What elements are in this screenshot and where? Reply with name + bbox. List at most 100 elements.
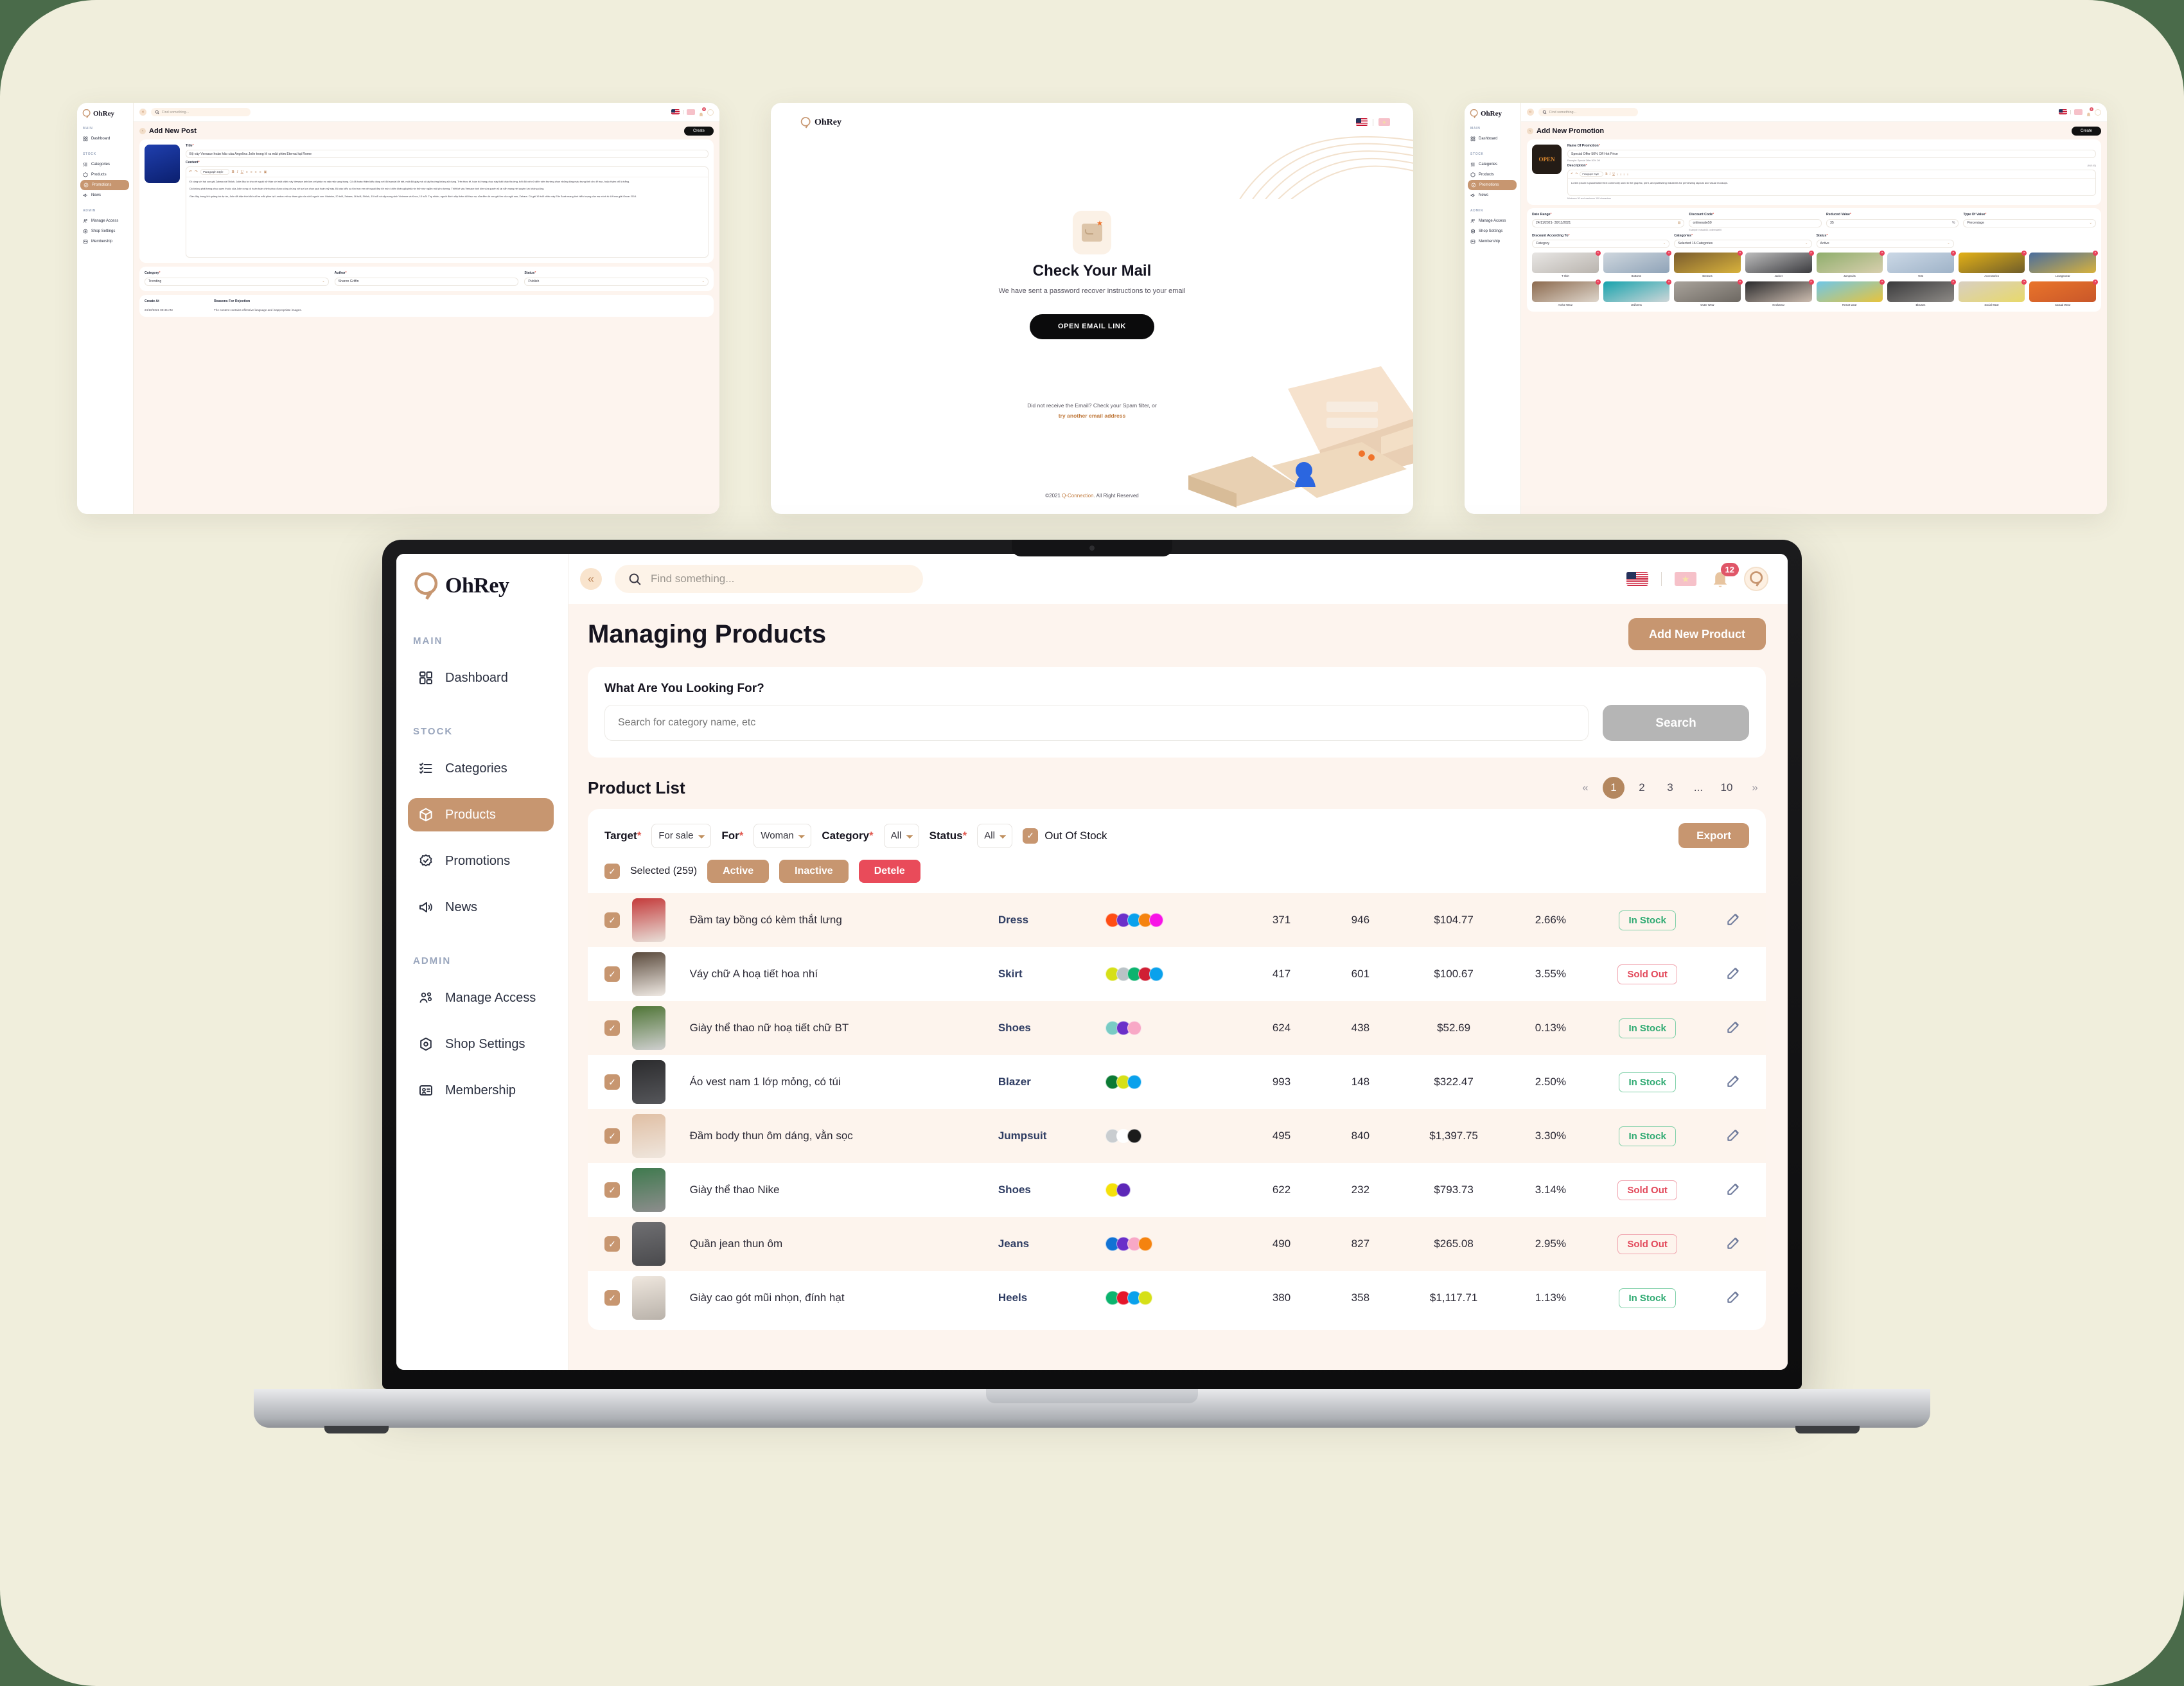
row-checkbox-cell[interactable]: ✓ [588,1271,632,1325]
edit-icon[interactable] [1725,1126,1742,1143]
remove-category-icon[interactable]: × [1737,279,1743,285]
remove-category-icon[interactable]: × [1808,250,1814,256]
table-row[interactable]: ✓ Giày cao gót mũi nhọn, đính hạt Heels … [588,1271,1766,1325]
category-select[interactable]: Trending ⌄ [145,277,329,286]
pagination-prev[interactable]: « [1574,777,1596,799]
sidebar-item-promotions[interactable]: Promotions [408,844,554,878]
edit-icon[interactable] [1725,1072,1742,1089]
mini-promo-collapse-button[interactable]: « [1527,109,1534,116]
remove-category-icon[interactable]: × [1666,250,1672,256]
user-avatar[interactable] [1744,567,1768,591]
category-tile[interactable]: × Neckwear [1745,279,1814,306]
row-checkbox[interactable]: ✓ [604,1182,620,1198]
category-tile[interactable]: × Uniforms [1603,279,1672,306]
sidebar-item-news[interactable]: News [408,891,554,924]
mini-promo-search[interactable]: Find something... [1538,108,1638,116]
bulk-active-button[interactable]: Active [707,860,770,883]
row-checkbox[interactable]: ✓ [604,912,620,928]
avatar[interactable] [707,109,714,116]
type-of-value-select[interactable]: Percentage ⌄ [1963,218,2096,227]
remove-category-icon[interactable]: × [1950,250,1956,256]
sidebar-item-manage-access[interactable]: Manage Access [408,981,554,1015]
status-select[interactable]: Publish ⌄ [524,277,709,286]
mini-promo-item-manage-access[interactable]: Manage Access [1465,216,1520,226]
row-checkbox-cell[interactable]: ✓ [588,1217,632,1271]
row-checkbox-cell[interactable]: ✓ [588,1055,632,1109]
vn-flag-icon[interactable]: ★ [1378,118,1390,126]
promo-name-field[interactable]: Special Offer 50% Off Hot Price [1567,150,2096,159]
category-tile[interactable]: × Active Wear [1532,279,1601,306]
row-checkbox[interactable]: ✓ [604,1236,620,1252]
according-to-select[interactable]: Category ⌄ [1532,239,1670,248]
table-row[interactable]: ✓ Áo vest nam 1 lớp mỏng, có túi Blazer … [588,1055,1766,1109]
row-actions[interactable] [1701,1055,1766,1109]
table-row[interactable]: ✓ Quần jean thun ôm Jeans 490 827 $265.0… [588,1217,1766,1271]
align-center-icon[interactable]: ≡ [1620,173,1621,176]
sidebar-item-membership[interactable]: Membership [408,1074,554,1107]
align-center-icon[interactable]: ≡ [251,170,252,174]
row-actions[interactable] [1701,1163,1766,1217]
table-row[interactable]: ✓ Váy chữ A hoạ tiết hoa nhí Skirt 417 6… [588,947,1766,1001]
out-of-stock-checkbox[interactable]: ✓ [1023,828,1039,844]
reduced-value-field[interactable]: 35% [1826,218,1959,227]
category-tile[interactable]: × Casual Wear [2029,279,2098,306]
row-checkbox[interactable]: ✓ [604,1290,620,1306]
remove-category-icon[interactable]: × [1880,250,1885,256]
remove-category-icon[interactable]: × [2093,279,2098,285]
pagination-page[interactable]: 1 [1603,777,1625,799]
mini-post-bell[interactable]: 8 [698,107,706,116]
mini-post-create-button[interactable]: Create [683,127,714,136]
footer-brand[interactable]: Q-Connection [1062,493,1093,499]
pagination-next[interactable]: » [1744,777,1766,799]
redo-icon[interactable]: ↷ [1575,172,1578,176]
undo-icon[interactable]: ↶ [1571,172,1573,176]
search-input[interactable] [604,705,1589,741]
sidebar-item-shop-settings[interactable]: Shop Settings [408,1027,554,1061]
row-checkbox[interactable]: ✓ [604,1128,620,1144]
mini-promo-item-categories[interactable]: Categories [1465,159,1520,170]
date-range-field[interactable]: 24/11/2021- 30/11/2021 ▤ [1532,218,1685,227]
categories-select[interactable]: Selected 16 Categories ⌄ [1674,239,1812,248]
avatar[interactable] [2095,109,2101,116]
table-row[interactable]: ✓ Giày thể thao nữ hoạ tiết chữ BT Shoes… [588,1001,1766,1055]
paragraph-style-select[interactable]: Paragraph Style [200,169,229,175]
mini-post-thumbnail[interactable] [145,145,180,183]
category-tile[interactable]: × Accessories [1958,250,2027,278]
table-row[interactable]: ✓ Giày thể thao Nike Shoes 622 232 $793.… [588,1163,1766,1217]
mini-post-item-shop-settings[interactable]: Shop Settings [77,226,133,236]
us-flag-icon[interactable] [2059,109,2067,115]
align-justify-icon[interactable]: ≡ [1627,173,1628,176]
us-flag-icon[interactable] [1626,572,1648,586]
italic-icon[interactable]: I [1610,173,1611,176]
remove-category-icon[interactable]: × [1880,279,1885,285]
row-checkbox-cell[interactable]: ✓ [588,947,632,1001]
remove-category-icon[interactable]: × [1666,279,1672,285]
align-right-icon[interactable]: ≡ [1624,173,1625,176]
notifications-button[interactable]: 12 [1709,563,1739,590]
vn-flag-icon[interactable]: ★ [1675,572,1696,586]
mini-promo-create-button[interactable]: Create [2071,127,2101,136]
remove-category-icon[interactable]: × [2021,279,2027,285]
redo-icon[interactable]: ↷ [195,170,198,174]
table-row[interactable]: ✓ Đầm tay bồng có kèm thắt lưng Dress 37… [588,893,1766,947]
sidebar-collapse-button[interactable]: « [580,568,602,590]
category-tile[interactable]: × Outer Wear [1674,279,1743,306]
row-actions[interactable] [1701,1109,1766,1163]
image-icon[interactable]: ▣ [264,170,267,174]
row-checkbox[interactable]: ✓ [604,1074,620,1090]
open-email-link-button[interactable]: OPEN EMAIL LINK [1030,314,1154,339]
row-checkbox-cell[interactable]: ✓ [588,1163,632,1217]
sidebar-item-products[interactable]: Products [408,798,554,831]
table-row[interactable]: ✓ Đầm body thun ôm dáng, vằn sọc Jumpsui… [588,1109,1766,1163]
remove-category-icon[interactable]: × [2021,250,2027,256]
remove-category-icon[interactable]: × [1737,250,1743,256]
filter-select-status[interactable]: All [977,823,1013,848]
mini-promo-item-products[interactable]: Products [1465,170,1520,180]
vn-flag-icon[interactable] [687,109,695,115]
mini-post-item-dashboard[interactable]: Dashboard [77,134,133,144]
global-search[interactable]: Find something... [615,565,923,593]
row-actions[interactable] [1701,1217,1766,1271]
edit-icon[interactable] [1725,964,1742,981]
vn-flag-icon[interactable] [2074,109,2083,115]
mini-promo-item-promotions[interactable]: Promotions [1468,180,1517,190]
